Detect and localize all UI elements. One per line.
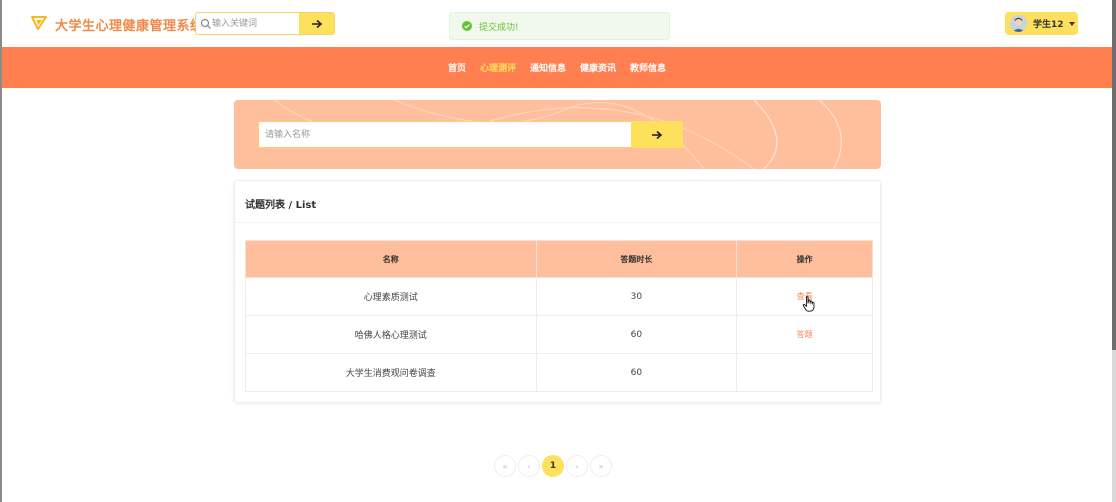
toast-message: 提交成功! (479, 22, 519, 33)
prev-page-button[interactable]: ‹ (518, 455, 540, 477)
caret-down-icon (1068, 21, 1075, 26)
site-title: 大学生心理健康管理系统 (55, 19, 204, 34)
row-name: 大学生消费观问卷调查 (245, 353, 537, 392)
question-list-card: 试题列表 / List 名称 答题时长 操作 心理素质测试 30 查看 哈佛人格… (234, 180, 881, 403)
pagination: « ‹ 1 › » (494, 455, 612, 477)
row-action-cell (736, 353, 873, 392)
page-1-button[interactable]: 1 (542, 455, 564, 477)
row-duration: 30 (535, 277, 738, 316)
first-page-button[interactable]: « (494, 455, 516, 477)
table-row: 心理素质测试 30 查看 (245, 277, 873, 316)
question-table: 名称 答题时长 操作 心理素质测试 30 查看 哈佛人格心理测试 60 答题 大… (245, 240, 873, 392)
last-page-button[interactable]: » (590, 455, 612, 477)
scrollbar[interactable] (1112, 0, 1116, 502)
row-duration: 60 (535, 315, 738, 354)
user-menu[interactable]: 学生12 (1005, 12, 1078, 35)
list-title: 试题列表 / List (245, 200, 317, 211)
main-nav: 首页 心理测评 通知信息 健康资讯 教师信息 (2, 47, 1112, 88)
nav-item-assessment[interactable]: 心理测评 (480, 61, 516, 74)
success-toast: 提交成功! (449, 12, 670, 40)
answer-link[interactable]: 答题 (797, 330, 813, 339)
column-header-name: 名称 (245, 240, 537, 278)
header-search-input[interactable] (212, 13, 300, 34)
check-circle-icon (462, 21, 472, 31)
user-name: 学生12 (1033, 20, 1064, 30)
hand-cursor-icon (802, 296, 815, 312)
card-divider (235, 222, 880, 223)
user-avatar-icon (1010, 15, 1027, 32)
arrow-right-icon (652, 130, 663, 139)
row-duration: 60 (535, 353, 738, 392)
table-row: 哈佛人格心理测试 60 答题 (245, 315, 873, 354)
nav-item-notices[interactable]: 通知信息 (530, 61, 566, 74)
search-banner (234, 100, 881, 169)
header-search-button[interactable] (299, 13, 334, 34)
next-page-button[interactable]: › (566, 455, 588, 477)
header-search (195, 12, 335, 35)
arrow-right-icon (311, 19, 322, 28)
nav-item-teachers[interactable]: 教师信息 (630, 61, 666, 74)
table-row: 大学生消费观问卷调查 60 (245, 353, 873, 392)
nav-item-home[interactable]: 首页 (448, 61, 466, 74)
logo-icon (31, 16, 47, 30)
row-name: 心理素质测试 (245, 277, 537, 316)
scrollbar-thumb[interactable] (1112, 0, 1116, 350)
search-icon (200, 18, 211, 29)
top-header: 大学生心理健康管理系统 提交成功! 学 (2, 0, 1112, 47)
name-search-button[interactable] (631, 121, 683, 148)
column-header-action: 操作 (736, 240, 873, 278)
name-search-input[interactable] (258, 121, 632, 148)
row-name: 哈佛人格心理测试 (245, 315, 537, 354)
row-action-cell: 答题 (736, 315, 873, 354)
table-header-row: 名称 答题时长 操作 (245, 240, 873, 278)
avatar (1010, 15, 1027, 32)
nav-item-health-news[interactable]: 健康资讯 (580, 61, 616, 74)
column-header-duration: 答题时长 (535, 240, 738, 278)
